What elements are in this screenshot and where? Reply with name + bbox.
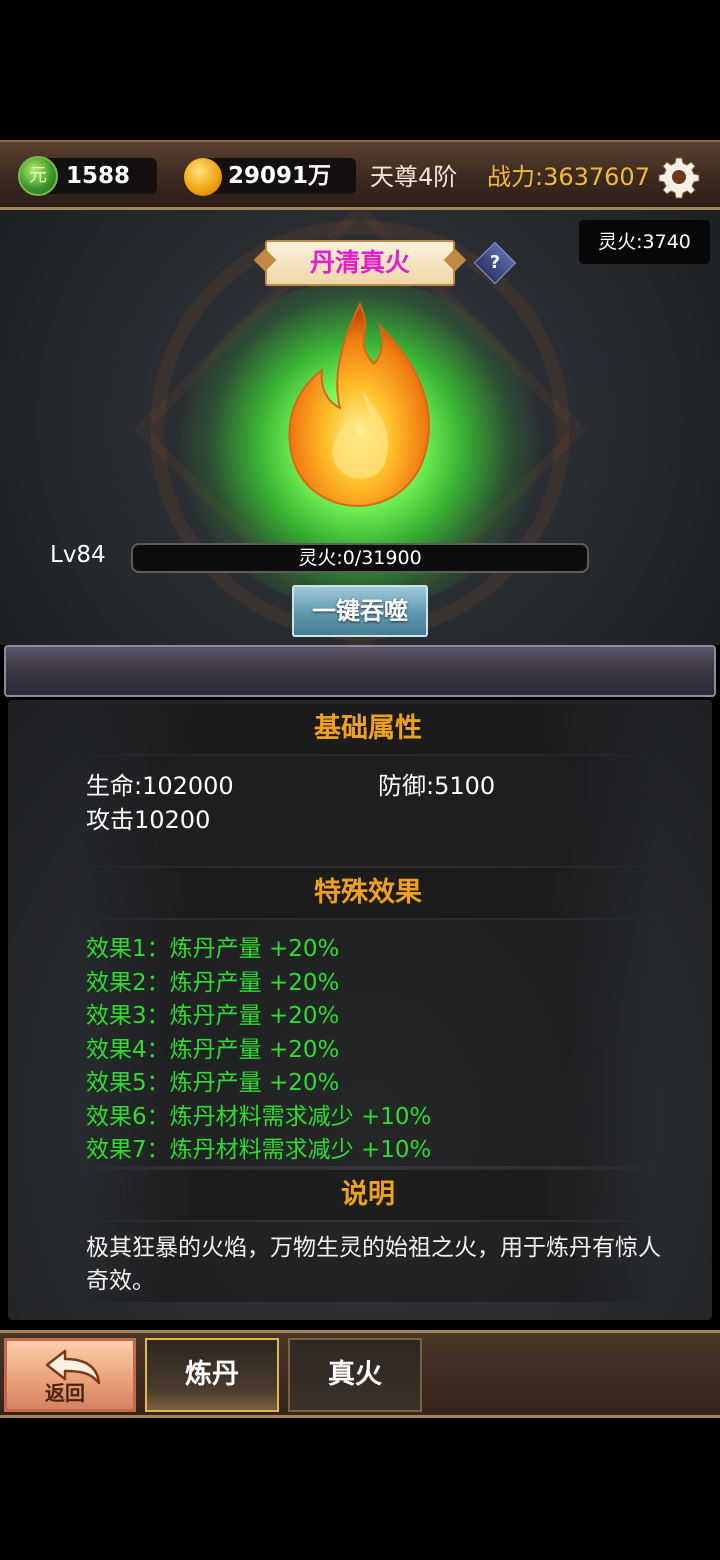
devour-all-button[interactable]: 一键吞噬 <box>292 585 428 637</box>
base-attributes-title: 基础属性 <box>78 704 658 754</box>
spirit-fire-progress-bar: 灵火:0/31900 <box>131 543 589 573</box>
ornate-divider <box>4 645 716 697</box>
back-label: 返回 <box>45 1381 85 1405</box>
attack-stat: 攻击10200 <box>86 806 211 834</box>
effect-item: 效果2：炼丹产量 +20% <box>86 970 340 996</box>
flame-icon[interactable] <box>282 300 438 510</box>
description-title: 说明 <box>78 1170 658 1220</box>
description-text: 极其狂暴的火焰，万物生灵的始祖之火，用于炼丹有惊人奇效。 <box>86 1235 661 1294</box>
spirit-fire-total: 灵火:3740 <box>579 220 710 264</box>
realm-rank: 天尊4阶 <box>370 163 458 191</box>
fire-name-plate: 丹清真火 <box>253 240 467 286</box>
gold-counter: 29091万 <box>200 158 356 194</box>
gold-amount: 29091万 <box>228 163 332 189</box>
hp-stat: 生命:102000 <box>86 772 234 800</box>
defense-stat: 防御:5100 <box>378 772 496 800</box>
effect-item: 效果5：炼丹产量 +20% <box>86 1070 340 1096</box>
settings-gear-icon[interactable] <box>657 155 701 199</box>
fire-level: Lv84 <box>50 542 106 568</box>
effect-item: 效果3：炼丹产量 +20% <box>86 1003 340 1029</box>
effect-item: 效果1：炼丹产量 +20% <box>86 936 340 962</box>
effect-item: 效果4：炼丹产量 +20% <box>86 1037 340 1063</box>
resource-bar: 元 1588 29091万 天尊4阶 战力:3637607 <box>0 140 720 210</box>
effect-item: 效果7：炼丹材料需求减少 +10% <box>86 1137 432 1163</box>
gold-coin-icon <box>184 158 222 196</box>
question-icon: ? <box>489 252 501 273</box>
fire-display-panel: 丹清真火 ? 灵火:3740 Lv84 灵火:0/31900 一键吞噬 <box>0 210 720 645</box>
back-button[interactable]: 返回 <box>4 1338 136 1412</box>
jade-amount: 1588 <box>66 163 131 189</box>
fire-info-panel: 基础属性 生命:102000 防御:5100 攻击10200 特殊效果 效果1：… <box>8 700 712 1320</box>
special-effects-title: 特殊效果 <box>78 868 658 918</box>
effect-item: 效果6：炼丹材料需求减少 +10% <box>86 1104 432 1130</box>
spirit-fire-progress-text: 灵火:0/31900 <box>298 547 422 569</box>
tab-true-fire[interactable]: 真火 <box>288 1338 422 1412</box>
jade-currency-icon: 元 <box>18 156 58 196</box>
tab-alchemy[interactable]: 炼丹 <box>145 1338 279 1412</box>
fire-name: 丹清真火 <box>309 248 410 277</box>
combat-power: 战力:3637607 <box>487 163 650 191</box>
